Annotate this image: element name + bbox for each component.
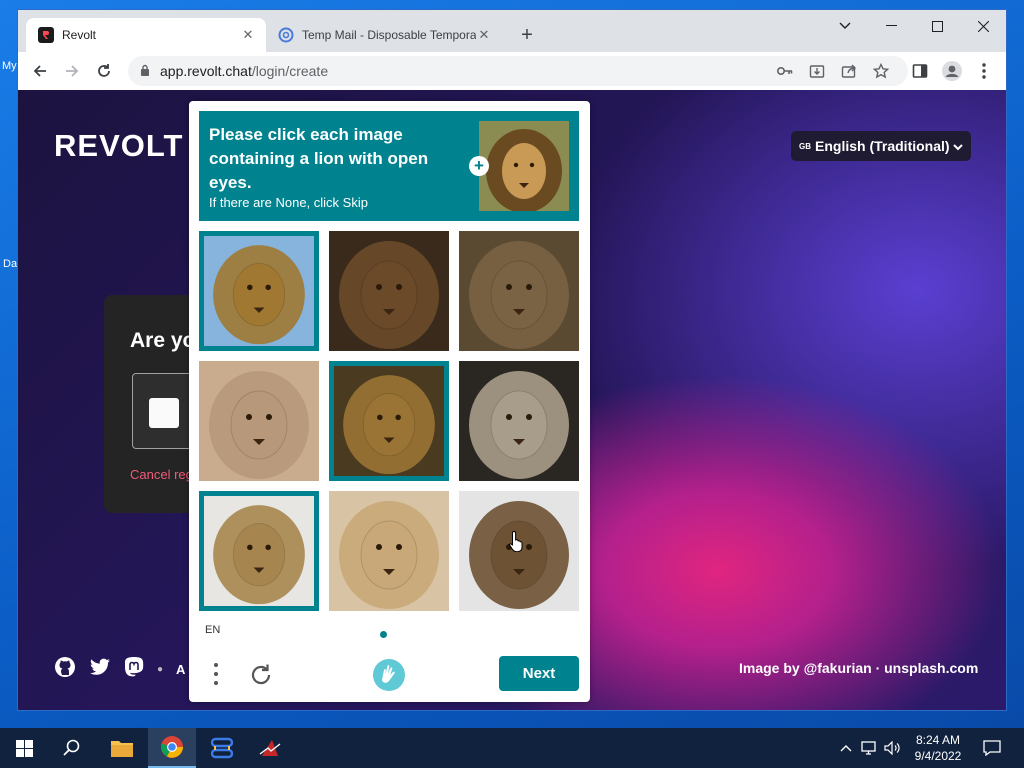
lock-icon[interactable] (140, 64, 150, 82)
maximize-icon[interactable] (914, 14, 960, 38)
flag-badge: GB (799, 141, 811, 151)
separator-dot: ● (157, 664, 164, 675)
side-panel-icon[interactable] (906, 57, 934, 85)
bookmark-star-icon[interactable] (870, 61, 892, 81)
footer-link[interactable]: A (176, 662, 185, 677)
app-icon-red[interactable] (246, 728, 294, 768)
example-image[interactable] (479, 121, 569, 213)
tab-search-chevron-icon[interactable] (822, 14, 868, 38)
key-icon[interactable] (774, 61, 796, 81)
page-indicator-dot (380, 631, 387, 638)
next-button[interactable]: Next (499, 656, 579, 691)
search-icon[interactable] (48, 728, 96, 768)
clock-time: 8:24 AM (915, 733, 961, 747)
url-path: /login/create (251, 63, 329, 79)
prompt-subtext: If there are None, click Skip (209, 195, 368, 210)
reload-icon[interactable] (90, 57, 118, 85)
desktop-icon-label[interactable]: Da (3, 258, 17, 270)
forward-icon[interactable] (58, 57, 86, 85)
url-text: app.revolt.chat/login/create (160, 63, 328, 79)
more-options-icon[interactable] (206, 659, 226, 689)
chrome-icon[interactable] (148, 728, 196, 768)
image-tile[interactable] (459, 361, 579, 481)
twitter-icon[interactable] (89, 658, 111, 681)
tab-strip: Revolt ✕ Temp Mail - Disposable Temporar… (18, 10, 1006, 52)
captcha-challenge: Please click each image containing a lio… (189, 101, 590, 702)
mouse-pointer-icon (509, 530, 525, 557)
captcha-checkbox[interactable] (149, 398, 179, 428)
language-code[interactable]: EN (205, 624, 220, 636)
browser-toolbar: app.revolt.chat/login/create (18, 52, 1006, 90)
hcaptcha-logo-icon[interactable] (372, 658, 406, 692)
close-window-icon[interactable] (960, 14, 1006, 38)
clock-date: 9/4/2022 (914, 749, 962, 763)
address-bar[interactable]: app.revolt.chat/login/create (128, 56, 908, 86)
image-tile[interactable] (199, 491, 319, 611)
revolt-logo: REVOLT (54, 128, 184, 163)
image-tile[interactable] (459, 231, 579, 351)
social-links: ● A (54, 656, 185, 683)
tab-temp-mail[interactable]: Temp Mail - Disposable Temporary E ✕ (268, 18, 502, 52)
expand-example-icon[interactable]: + (469, 156, 489, 176)
desktop-icon-label[interactable]: My (2, 60, 17, 72)
tab-close-icon[interactable]: ✕ (476, 27, 492, 43)
network-icon[interactable] (858, 728, 882, 768)
tab-title: Revolt (62, 28, 97, 42)
network-tool-icon[interactable] (198, 728, 246, 768)
chevron-down-icon (953, 138, 963, 154)
minimize-icon[interactable] (868, 14, 914, 38)
url-host: app.revolt.chat (160, 63, 252, 79)
back-icon[interactable] (26, 57, 54, 85)
image-credit[interactable]: Image by @fakurian · unsplash.com (739, 660, 978, 676)
system-clock[interactable]: 8:24 AM 9/4/2022 (906, 732, 970, 764)
image-tile[interactable] (329, 361, 449, 481)
notifications-icon[interactable] (980, 728, 1004, 768)
language-select[interactable]: GB English (Traditional) (791, 131, 971, 161)
challenge-prompt: Please click each image containing a lio… (199, 111, 579, 221)
tab-title: Temp Mail - Disposable Temporary E (302, 28, 476, 42)
taskbar: 8:24 AM 9/4/2022 (0, 728, 1024, 768)
image-tile[interactable] (199, 361, 319, 481)
new-tab-button[interactable]: + (516, 24, 538, 46)
install-app-icon[interactable] (806, 61, 828, 81)
volume-icon[interactable] (882, 728, 904, 768)
mastodon-icon[interactable] (124, 656, 144, 683)
show-hidden-icons-chevron-icon[interactable] (836, 728, 856, 768)
tab-close-icon[interactable]: ✕ (240, 27, 256, 43)
browser-menu-icon[interactable] (970, 57, 998, 85)
image-tile[interactable] (199, 231, 319, 351)
revolt-favicon-icon (38, 27, 54, 43)
temp-mail-favicon-icon (278, 27, 294, 43)
prompt-text: Please click each image containing a lio… (209, 125, 429, 192)
share-icon[interactable] (838, 61, 860, 81)
image-tile[interactable] (329, 231, 449, 351)
file-explorer-icon[interactable] (98, 728, 146, 768)
tab-revolt[interactable]: Revolt ✕ (26, 18, 266, 52)
language-selected: English (Traditional) (815, 138, 950, 154)
image-tile[interactable] (329, 491, 449, 611)
github-icon[interactable] (54, 656, 76, 683)
profile-avatar-icon[interactable] (938, 57, 966, 85)
refresh-icon[interactable] (247, 661, 275, 689)
start-windows-icon[interactable] (0, 728, 48, 768)
